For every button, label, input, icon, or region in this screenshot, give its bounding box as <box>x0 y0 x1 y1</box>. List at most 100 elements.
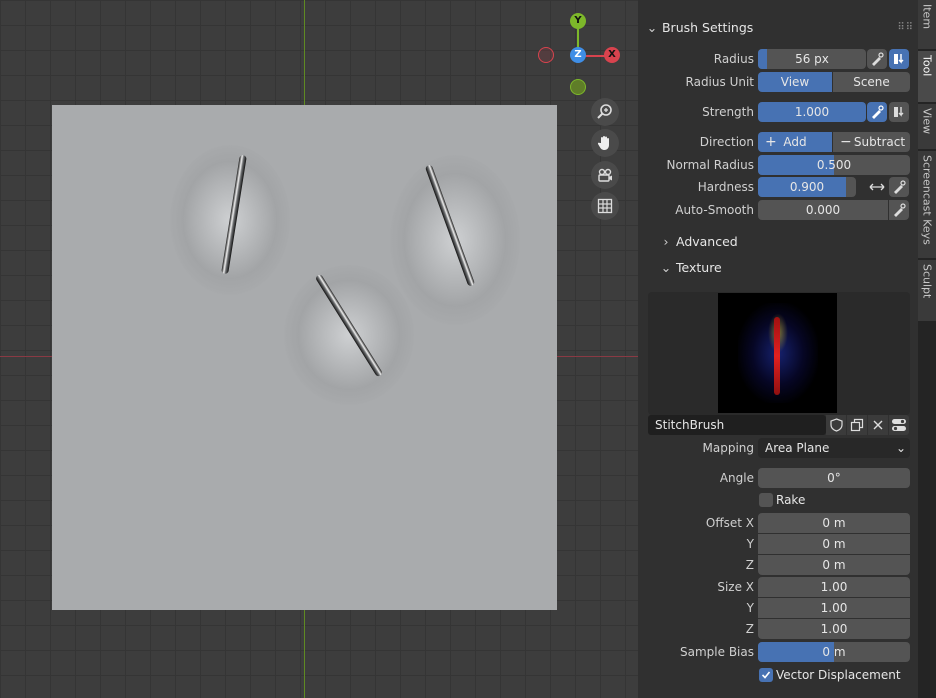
size-y-value: 1.00 <box>820 601 848 615</box>
mapping-value: Area Plane <box>765 441 830 455</box>
offset-x-label: Offset X <box>705 516 754 530</box>
properties-sidebar: ⌄ Brush Settings ⠿⠿ Radius 56 px Radius … <box>638 0 918 698</box>
vector-displacement-row: Vector Displacement <box>638 665 918 685</box>
grid-icon[interactable] <box>591 192 619 220</box>
pressure-icon[interactable] <box>889 200 909 220</box>
zoom-icon[interactable] <box>591 98 619 126</box>
angle-row: Angle 0° <box>638 468 918 488</box>
gizmo-neg-x[interactable] <box>538 47 554 63</box>
sample-bias-field[interactable]: 0 m <box>758 642 910 662</box>
normal-radius-field[interactable]: 0.500 <box>758 155 910 175</box>
tab-item[interactable]: Item <box>918 0 936 50</box>
pressure-icon[interactable] <box>889 177 909 197</box>
camera-icon[interactable] <box>591 161 619 189</box>
brush-settings-title: Brush Settings <box>661 20 754 35</box>
drag-handle-icon[interactable]: ⠿⠿ <box>897 17 914 39</box>
hardness-field[interactable]: 0.900 <box>758 177 856 197</box>
size-x-field[interactable]: 1.00 <box>758 577 910 597</box>
pan-hand-icon[interactable] <box>591 129 619 157</box>
sculpt-plane[interactable] <box>52 105 557 610</box>
tab-sculpt[interactable]: Sculpt <box>918 260 936 322</box>
texture-image <box>718 293 837 413</box>
mapping-row: Mapping Area Plane ⌄ <box>638 438 918 458</box>
texture-title: Texture <box>675 260 722 275</box>
direction-subtract-label: Subtract <box>853 135 906 149</box>
gizmo-x-axis[interactable]: X <box>604 47 620 63</box>
texture-name-field[interactable]: StitchBrush <box>648 415 826 435</box>
radius-row: Radius 56 px <box>638 49 918 69</box>
normal-radius-value: 0.500 <box>816 158 852 172</box>
radius-unit-row: Radius Unit View Scene <box>638 72 918 92</box>
pressure-icon[interactable] <box>867 49 887 69</box>
size-z-value: 1.00 <box>820 622 848 636</box>
gizmo-neg-y[interactable] <box>570 79 586 95</box>
texture-preview[interactable] <box>648 292 910 415</box>
tab-view[interactable]: View <box>918 104 936 150</box>
strength-value: 1.000 <box>794 105 830 119</box>
rake-row: Rake <box>638 490 918 510</box>
size-z-row: Z 1.00 <box>638 619 918 639</box>
offset-y-value: 0 m <box>822 537 846 551</box>
pressure-icon[interactable] <box>867 102 887 122</box>
texture-header[interactable]: ⌄ Texture <box>660 257 910 279</box>
direction-subtract-button[interactable]: − Subtract <box>833 132 910 152</box>
3d-viewport[interactable]: Y X Z <box>0 0 638 698</box>
advanced-header[interactable]: › Advanced <box>660 231 910 253</box>
offset-y-row: Y 0 m <box>638 534 918 554</box>
size-x-row: Size X 1.00 <box>638 577 918 597</box>
offset-z-label: Z <box>745 558 754 572</box>
offset-x-value: 0 m <box>822 516 846 530</box>
radius-unit-lock-icon[interactable] <box>889 49 909 69</box>
brush-settings-header[interactable]: ⌄ Brush Settings ⠿⠿ <box>646 17 914 39</box>
hardness-label: Hardness <box>697 180 754 194</box>
strength-field[interactable]: 1.000 <box>758 102 866 122</box>
texture-options-icon[interactable] <box>889 415 909 435</box>
offset-z-row: Z 0 m <box>638 555 918 575</box>
angle-field[interactable]: 0° <box>758 468 910 488</box>
rake-checkbox[interactable] <box>759 493 773 507</box>
tab-tool[interactable]: Tool <box>918 51 936 103</box>
fake-user-shield-icon[interactable] <box>826 415 846 435</box>
minus-icon: − <box>840 134 852 150</box>
radius-value: 56 px <box>795 52 829 66</box>
chevron-down-icon: ⌄ <box>660 260 672 275</box>
texture-name: StitchBrush <box>655 418 725 432</box>
strength-unit-lock-icon[interactable] <box>889 102 909 122</box>
stroke-halo <box>284 265 414 405</box>
auto-smooth-value: 0.000 <box>805 203 841 217</box>
strength-row: Strength 1.000 <box>638 102 918 122</box>
auto-smooth-row: Auto-Smooth 0.000 <box>638 200 918 220</box>
mapping-dropdown[interactable]: Area Plane ⌄ <box>758 438 910 458</box>
vector-displacement-checkbox[interactable] <box>759 668 773 682</box>
sidebar-tabs: Item Tool View Screencast Keys Sculpt <box>918 0 936 698</box>
close-icon[interactable] <box>868 415 888 435</box>
mapping-label: Mapping <box>702 441 755 455</box>
hardness-value: 0.900 <box>789 180 825 194</box>
auto-smooth-field[interactable]: 0.000 <box>758 200 888 220</box>
double-arrow-icon[interactable] <box>867 177 887 197</box>
size-x-label: Size X <box>717 580 754 594</box>
offset-z-value: 0 m <box>822 558 846 572</box>
offset-x-field[interactable]: 0 m <box>758 513 910 533</box>
radius-unit-view-button[interactable]: View <box>758 72 832 92</box>
radius-unit-label: Radius Unit <box>685 75 754 89</box>
size-y-field[interactable]: 1.00 <box>758 598 910 618</box>
offset-z-field[interactable]: 0 m <box>758 555 910 575</box>
direction-add-button[interactable]: + Add <box>758 132 832 152</box>
gizmo-y-axis[interactable]: Y <box>570 13 586 29</box>
size-z-field[interactable]: 1.00 <box>758 619 910 639</box>
duplicate-icon[interactable] <box>847 415 867 435</box>
gizmo-z-axis[interactable]: Z <box>570 47 586 63</box>
size-z-label: Z <box>745 622 754 636</box>
radius-unit-scene-button[interactable]: Scene <box>833 72 910 92</box>
offset-y-label: Y <box>746 537 754 551</box>
angle-label: Angle <box>719 471 754 485</box>
radius-label: Radius <box>713 52 754 66</box>
radius-field[interactable]: 56 px <box>758 49 866 69</box>
hardness-row: Hardness 0.900 <box>638 177 918 197</box>
tab-screencast-keys[interactable]: Screencast Keys <box>918 151 936 259</box>
offset-y-field[interactable]: 0 m <box>758 534 910 554</box>
auto-smooth-label: Auto-Smooth <box>675 203 754 217</box>
plus-icon: + <box>765 134 777 150</box>
sample-bias-row: Sample Bias 0 m <box>638 642 918 662</box>
